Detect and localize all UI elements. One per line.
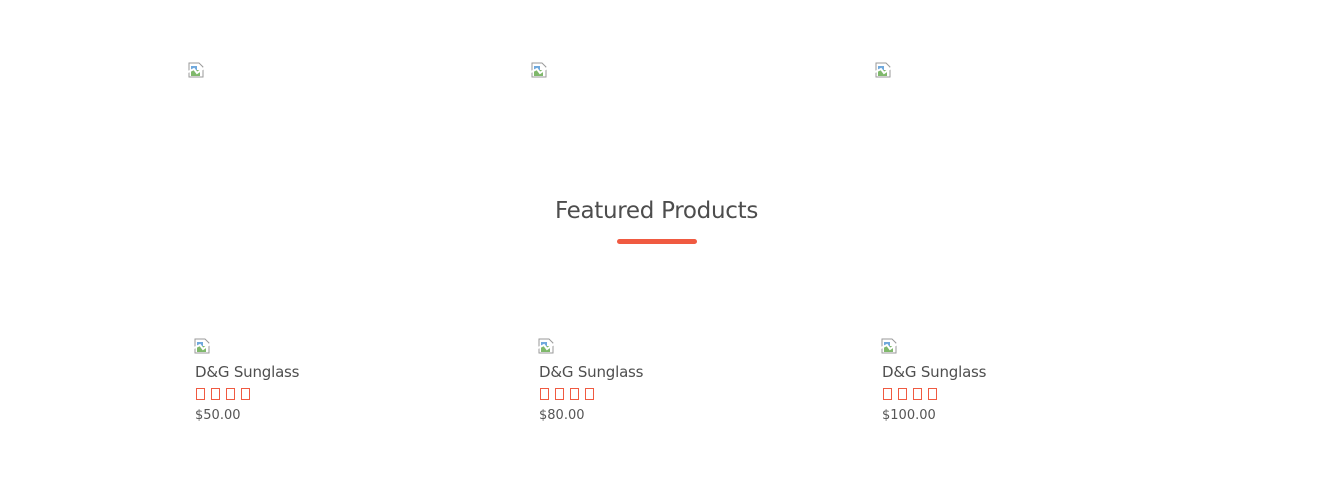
page: Featured Products D&G Sunglass $50.00 D&… (0, 0, 1324, 479)
product-price: $50.00 (195, 408, 241, 423)
broken-image-icon (538, 338, 554, 354)
star-icon (555, 388, 564, 400)
star-icon (928, 388, 937, 400)
star-icon (540, 388, 549, 400)
star-icon (913, 388, 922, 400)
star-icon (241, 388, 250, 400)
product-card[interactable]: D&G Sunglass $50.00 (194, 338, 474, 424)
banner-image-1[interactable] (188, 62, 204, 78)
title-underline (617, 239, 697, 244)
product-rating (883, 388, 1161, 400)
product-name[interactable]: D&G Sunglass (539, 363, 818, 381)
broken-image-icon (188, 62, 204, 78)
star-icon (211, 388, 220, 400)
product-name[interactable]: D&G Sunglass (195, 363, 474, 381)
product-image[interactable] (194, 338, 210, 354)
product-rating (196, 388, 474, 400)
section-title: Featured Products (554, 198, 759, 224)
broken-image-icon (881, 338, 897, 354)
product-card[interactable]: D&G Sunglass $80.00 (538, 338, 818, 424)
star-icon (898, 388, 907, 400)
product-name[interactable]: D&G Sunglass (882, 363, 1161, 381)
product-price: $80.00 (539, 408, 585, 423)
product-price: $100.00 (882, 408, 936, 423)
star-icon (570, 388, 579, 400)
broken-image-icon (194, 338, 210, 354)
banner-image-3[interactable] (875, 62, 891, 78)
product-image[interactable] (538, 338, 554, 354)
broken-image-icon (875, 62, 891, 78)
product-card[interactable]: D&G Sunglass $100.00 (881, 338, 1161, 424)
star-icon (585, 388, 594, 400)
star-icon (226, 388, 235, 400)
product-image[interactable] (881, 338, 897, 354)
broken-image-icon (531, 62, 547, 78)
banner-image-2[interactable] (531, 62, 547, 78)
product-rating (540, 388, 818, 400)
star-icon (196, 388, 205, 400)
star-icon (883, 388, 892, 400)
